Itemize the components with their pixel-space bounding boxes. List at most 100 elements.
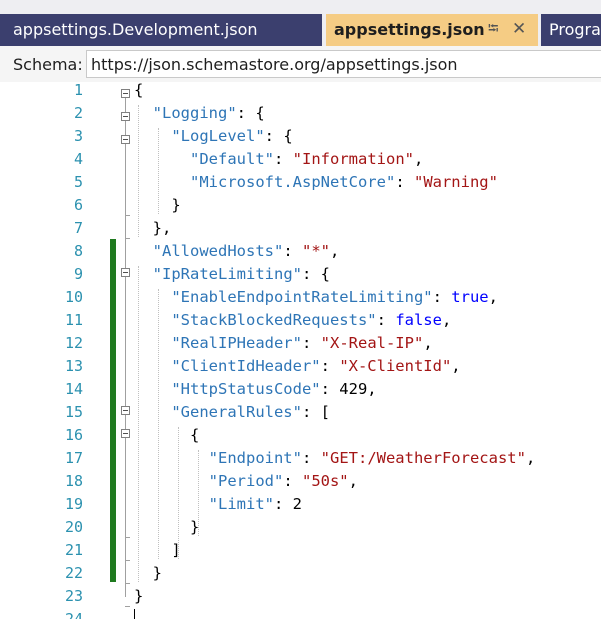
json-punctuation: { bbox=[134, 82, 144, 99]
json-key: "Period" bbox=[208, 472, 284, 490]
line-number: 7 bbox=[73, 219, 83, 237]
line-code: "Default": "Information", bbox=[134, 148, 423, 171]
code-line[interactable]: 13 "ClientIdHeader": "X-ClientId", bbox=[0, 355, 601, 378]
json-punctuation: , bbox=[414, 150, 424, 168]
json-punctuation bbox=[134, 311, 171, 329]
json-punctuation: : 2 bbox=[273, 495, 302, 513]
tab-label: appsettings.Development.json bbox=[13, 20, 258, 39]
tab-appsettings-development[interactable]: appsettings.Development.json bbox=[0, 14, 322, 46]
line-code: "ClientIdHeader": "X-ClientId", bbox=[134, 355, 460, 378]
json-punctuation: { bbox=[134, 426, 200, 444]
line-code: "LogLevel": { bbox=[134, 125, 293, 148]
json-key: "StackBlockedRequests" bbox=[171, 311, 377, 329]
line-code: }, bbox=[134, 217, 172, 240]
json-punctuation: : 429, bbox=[320, 380, 377, 398]
json-punctuation bbox=[134, 380, 171, 398]
json-key: "EnableEndpointRateLimiting" bbox=[171, 288, 433, 306]
code-line[interactable]: 4 "Default": "Information", bbox=[0, 148, 601, 171]
line-code: } bbox=[134, 562, 162, 585]
close-icon[interactable]: ✕ bbox=[512, 14, 526, 45]
line-code: "HttpStatusCode": 429, bbox=[134, 378, 377, 401]
line-number: 1 bbox=[73, 82, 83, 99]
tab-appsettings[interactable]: appsettings.json ⭾ ✕ bbox=[326, 14, 538, 46]
json-punctuation: }, bbox=[134, 219, 172, 237]
line-number: 4 bbox=[73, 150, 83, 168]
json-punctuation: : bbox=[432, 288, 452, 306]
code-line[interactable]: 6 } bbox=[0, 194, 601, 217]
json-punctuation: , bbox=[330, 242, 340, 260]
code-line[interactable]: 10 "EnableEndpointRateLimiting": true, bbox=[0, 286, 601, 309]
json-punctuation bbox=[134, 265, 153, 283]
line-number: 15 bbox=[64, 403, 83, 421]
code-line[interactable]: 5 "Microsoft.AspNetCore": "Warning" bbox=[0, 171, 601, 194]
code-line[interactable]: 7 }, bbox=[0, 217, 601, 240]
line-number: 22 bbox=[64, 564, 83, 582]
json-punctuation: : [ bbox=[301, 403, 330, 421]
code-line[interactable]: 1{ bbox=[0, 82, 601, 102]
schema-bar: Schema: bbox=[0, 46, 601, 83]
json-string: "Warning" bbox=[413, 173, 498, 191]
line-number: 10 bbox=[64, 288, 83, 306]
code-line[interactable]: 19 "Limit": 2 bbox=[0, 493, 601, 516]
json-punctuation bbox=[134, 357, 171, 375]
json-punctuation: } bbox=[134, 564, 162, 582]
code-line[interactable]: 23} bbox=[0, 585, 601, 608]
json-string: "Information" bbox=[292, 150, 414, 168]
code-line[interactable]: 21 ] bbox=[0, 539, 601, 562]
tab-program[interactable]: Progra bbox=[541, 14, 601, 46]
line-number: 12 bbox=[64, 334, 83, 352]
line-code: "Limit": 2 bbox=[134, 493, 302, 516]
json-string: "X-Real-IP" bbox=[320, 334, 424, 352]
json-key: "ClientIdHeader" bbox=[171, 357, 321, 375]
line-code: "RealIPHeader": "X-Real-IP", bbox=[134, 332, 432, 355]
line-code: "Microsoft.AspNetCore": "Warning" bbox=[134, 171, 498, 194]
json-string: "GET:/WeatherForecast" bbox=[320, 449, 526, 467]
code-line[interactable]: 22 } bbox=[0, 562, 601, 585]
json-punctuation: : bbox=[283, 472, 302, 490]
json-punctuation: : { bbox=[264, 127, 293, 145]
line-code: } bbox=[134, 585, 143, 608]
code-line[interactable]: 2 "Logging": { bbox=[0, 102, 601, 125]
json-punctuation bbox=[134, 127, 171, 145]
code-line[interactable]: 20 } bbox=[0, 516, 601, 539]
pin-icon[interactable]: ⭾ bbox=[488, 14, 499, 45]
line-number: 21 bbox=[64, 541, 83, 559]
json-punctuation: : bbox=[301, 334, 321, 352]
tab-strip: appsettings.Development.json appsettings… bbox=[0, 0, 601, 46]
code-line[interactable]: 11 "StackBlockedRequests": false, bbox=[0, 309, 601, 332]
line-number: 16 bbox=[64, 426, 83, 444]
code-line[interactable]: 24 bbox=[0, 608, 601, 619]
json-keyword: false bbox=[395, 311, 442, 329]
code-line[interactable]: 9 "IpRateLimiting": { bbox=[0, 263, 601, 286]
line-number: 18 bbox=[64, 472, 83, 490]
json-punctuation: : bbox=[301, 449, 321, 467]
json-punctuation bbox=[134, 104, 153, 122]
schema-input[interactable] bbox=[86, 50, 601, 78]
line-number: 17 bbox=[64, 449, 83, 467]
code-line[interactable]: 3 "LogLevel": { bbox=[0, 125, 601, 148]
line-code: { bbox=[134, 424, 199, 447]
line-number: 14 bbox=[64, 380, 83, 398]
code-editor[interactable]: 1{2 "Logging": {3 "LogLevel": {4 "Defaul… bbox=[0, 82, 601, 619]
line-code: ] bbox=[134, 539, 180, 562]
line-code: } bbox=[134, 516, 199, 539]
code-line[interactable]: 14 "HttpStatusCode": 429, bbox=[0, 378, 601, 401]
json-string: "X-ClientId" bbox=[339, 357, 452, 375]
code-line[interactable]: 12 "RealIPHeader": "X-Real-IP", bbox=[0, 332, 601, 355]
json-punctuation: , bbox=[441, 311, 452, 329]
json-punctuation bbox=[134, 449, 209, 467]
line-code: "Logging": { bbox=[134, 102, 265, 125]
json-punctuation: , bbox=[488, 288, 498, 306]
code-line[interactable]: 18 "Period": "50s", bbox=[0, 470, 601, 493]
code-line[interactable]: 17 "Endpoint": "GET:/WeatherForecast", bbox=[0, 447, 601, 470]
tab-label: Progra bbox=[549, 20, 601, 39]
line-number: 23 bbox=[64, 587, 83, 605]
json-punctuation: : bbox=[320, 357, 340, 375]
json-key: "Default" bbox=[190, 150, 274, 168]
code-line[interactable]: 8 "AllowedHosts": "*", bbox=[0, 240, 601, 263]
json-key: "RealIPHeader" bbox=[171, 334, 302, 352]
code-line[interactable]: 15 "GeneralRules": [ bbox=[0, 401, 601, 424]
schema-label: Schema: bbox=[13, 55, 83, 74]
code-line[interactable]: 16 { bbox=[0, 424, 601, 447]
line-code: { bbox=[134, 82, 143, 102]
